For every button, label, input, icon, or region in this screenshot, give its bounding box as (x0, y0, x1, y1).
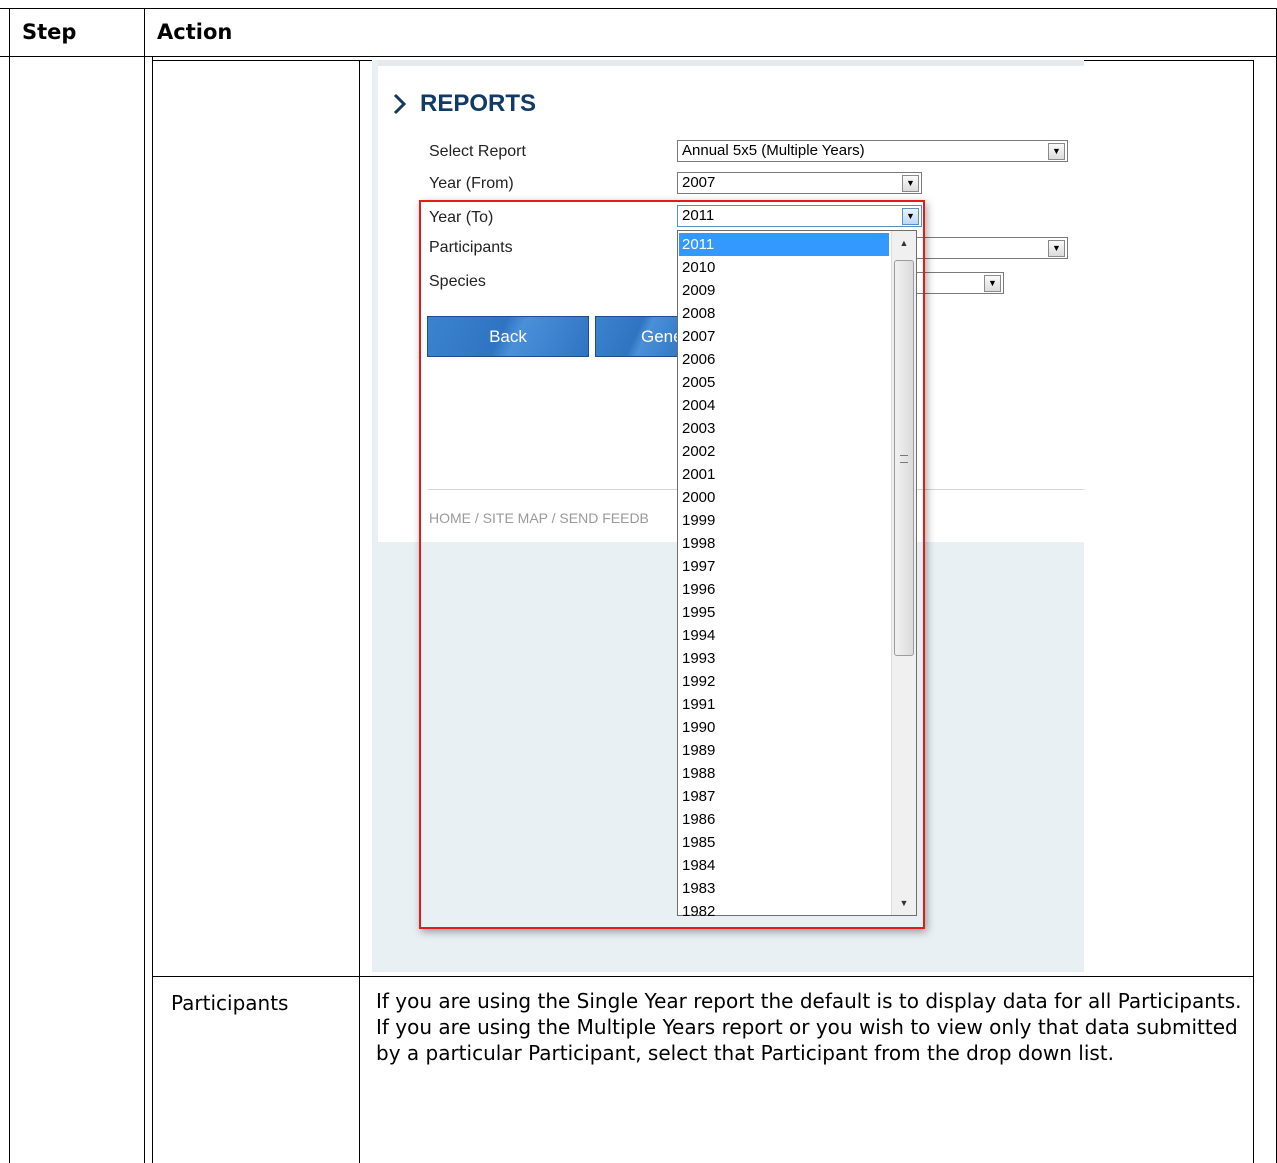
year-option[interactable]: 2010 (679, 256, 889, 279)
table-top-border (0, 8, 1277, 9)
year-option[interactable]: 1993 (679, 647, 889, 670)
scroll-thumb[interactable] (894, 260, 914, 656)
year-option[interactable]: 1983 (679, 877, 889, 900)
scroll-up-icon[interactable]: ▲ (892, 231, 916, 255)
year-to-dropdown[interactable]: 2011 ▼ (677, 205, 922, 227)
table-left-border (9, 8, 10, 1163)
year-option[interactable]: 1984 (679, 854, 889, 877)
year-option[interactable]: 1985 (679, 831, 889, 854)
year-option[interactable]: 1997 (679, 555, 889, 578)
year-option[interactable]: 1991 (679, 693, 889, 716)
row-step-name: Participants (171, 991, 289, 1015)
year-option[interactable]: 1988 (679, 762, 889, 785)
year-from-dropdown[interactable]: 2007 ▼ (677, 172, 922, 194)
select-report-value: Annual 5x5 (Multiple Years) (682, 142, 865, 159)
page-title: REPORTS (420, 90, 537, 117)
top-gray-band (378, 60, 1084, 66)
year-option[interactable]: 1994 (679, 624, 889, 647)
year-to-value: 2011 (682, 207, 715, 224)
year-option[interactable]: 1998 (679, 532, 889, 555)
year-option[interactable]: 2003 (679, 417, 889, 440)
year-list: 2011 2010 2009 2008 2007 2006 2005 2004 … (678, 231, 890, 917)
row-divider (152, 976, 1254, 977)
year-option[interactable]: 1992 (679, 670, 889, 693)
year-to-listbox[interactable]: 2011 2010 2009 2008 2007 2006 2005 2004 … (677, 230, 917, 916)
reports-screenshot: REPORTS Select Report Year (From) Year (… (372, 60, 1084, 972)
inner-right-border (1253, 60, 1254, 1163)
year-option[interactable]: 1987 (679, 785, 889, 808)
year-option[interactable]: 2004 (679, 394, 889, 417)
chevron-down-icon[interactable]: ▼ (902, 208, 919, 225)
year-option[interactable]: 1999 (679, 509, 889, 532)
year-option[interactable]: 2000 (679, 486, 889, 509)
year-option[interactable]: 1989 (679, 739, 889, 762)
chevron-down-icon[interactable]: ▼ (1048, 143, 1065, 160)
year-from-label: Year (From) (429, 175, 514, 192)
year-option[interactable]: 1996 (679, 578, 889, 601)
chevron-right-icon (392, 92, 408, 121)
step-header: Step (22, 20, 77, 44)
year-option[interactable]: 1982 (679, 900, 889, 916)
year-option[interactable]: 1986 (679, 808, 889, 831)
scroll-down-icon[interactable]: ▼ (892, 891, 916, 915)
chevron-down-icon[interactable]: ▼ (1048, 240, 1065, 257)
chevron-down-icon[interactable]: ▼ (984, 275, 1001, 292)
select-report-dropdown[interactable]: Annual 5x5 (Multiple Years) ▼ (677, 140, 1068, 162)
year-option[interactable]: 2005 (679, 371, 889, 394)
year-option[interactable]: 2008 (679, 302, 889, 325)
row-description: If you are using the Single Year report … (376, 989, 1242, 1065)
inner-col-divider (359, 60, 360, 1163)
action-header: Action (157, 20, 233, 44)
select-report-label: Select Report (429, 143, 526, 160)
year-option[interactable]: 1995 (679, 601, 889, 624)
year-option[interactable]: 2009 (679, 279, 889, 302)
year-option[interactable]: 2001 (679, 463, 889, 486)
grip-icon (900, 455, 908, 463)
year-option[interactable]: 2007 (679, 325, 889, 348)
year-option[interactable]: 2011 (679, 233, 889, 256)
year-option[interactable]: 2006 (679, 348, 889, 371)
header-divider (144, 8, 145, 1163)
inner-left-border (152, 56, 153, 1163)
header-bottom-border (0, 56, 1277, 57)
year-from-value: 2007 (682, 174, 716, 191)
chevron-down-icon[interactable]: ▼ (902, 175, 919, 192)
year-option[interactable]: 1990 (679, 716, 889, 739)
year-option[interactable]: 2002 (679, 440, 889, 463)
listbox-scrollbar[interactable]: ▲ ▼ (891, 231, 916, 915)
